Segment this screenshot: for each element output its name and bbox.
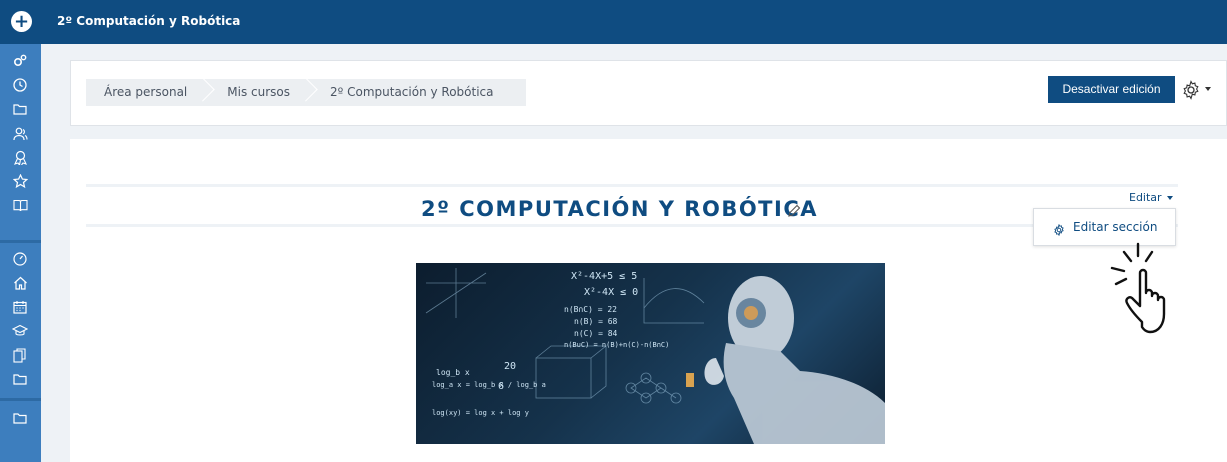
calendar-icon[interactable] (8, 296, 32, 318)
formula-text: log(xy) = log x + log y (432, 409, 529, 417)
sidebar-divider (0, 240, 41, 243)
gear-icon[interactable] (1181, 80, 1203, 100)
hand-pointer-icon (1104, 240, 1194, 340)
chevron-down-icon[interactable] (1167, 196, 1173, 200)
formula-text: 20 (504, 361, 517, 372)
plus-circle-icon[interactable]: + (11, 11, 32, 32)
course-title[interactable]: 2º Computación y Robótica (57, 14, 240, 28)
edit-menu-toggle[interactable]: Editar (1129, 191, 1162, 204)
breadcrumb-item[interactable]: 2º Computación y Robótica (312, 79, 516, 106)
users-icon[interactable] (8, 122, 32, 144)
folder-icon[interactable] (8, 407, 32, 429)
breadcrumb-item[interactable]: Mis cursos (209, 79, 312, 106)
formula-text: n(B∩C) = 22 (564, 305, 617, 314)
dashboard-icon[interactable] (8, 248, 32, 270)
formula-text: 6 (498, 381, 505, 392)
formula-text: log_a x = log_b x / log_b a (432, 381, 546, 389)
star-icon[interactable] (8, 170, 32, 192)
cogs-icon[interactable] (8, 50, 32, 72)
edit-section-menu-item[interactable]: Editar sección (1073, 220, 1157, 234)
section-title: 2º COMPUTACIÓN Y ROBÓTICA (421, 197, 818, 221)
folder-icon[interactable] (8, 98, 32, 120)
formula-text: X²-4X ≤ 0 (584, 287, 639, 298)
book-icon[interactable] (8, 194, 32, 216)
formula-text: n(B∪C) = n(B)+n(C)-n(B∩C) (564, 341, 670, 349)
pencil-icon[interactable] (787, 203, 801, 217)
left-sidebar (0, 44, 41, 462)
chevron-down-icon[interactable] (1205, 87, 1211, 91)
folder-icon[interactable] (8, 368, 32, 390)
home-icon[interactable] (8, 272, 32, 294)
clock-icon[interactable] (8, 74, 32, 96)
files-icon[interactable] (8, 344, 32, 366)
top-navbar: + 2º Computación y Robótica (0, 0, 1227, 44)
graduation-cap-icon[interactable] (8, 320, 32, 342)
formula-text: log_b x (436, 368, 470, 377)
formula-text: n(B) = 68 (574, 317, 618, 326)
formula-text: n(C) = 84 (574, 329, 618, 338)
course-banner-image: X²-4X+5 ≤ 5 X²-4X ≤ 0 n(B∩C) = 22 n(B) =… (416, 263, 885, 444)
gear-icon[interactable] (1053, 221, 1065, 237)
formula-text: X²-4X+5 ≤ 5 (571, 271, 638, 282)
breadcrumb-item[interactable]: Área personal (86, 79, 209, 106)
breadcrumb: Área personal Mis cursos 2º Computación … (86, 79, 526, 106)
toggle-editing-button[interactable]: Desactivar edición (1048, 76, 1175, 103)
badge-icon[interactable] (8, 146, 32, 168)
sidebar-divider (0, 398, 41, 401)
